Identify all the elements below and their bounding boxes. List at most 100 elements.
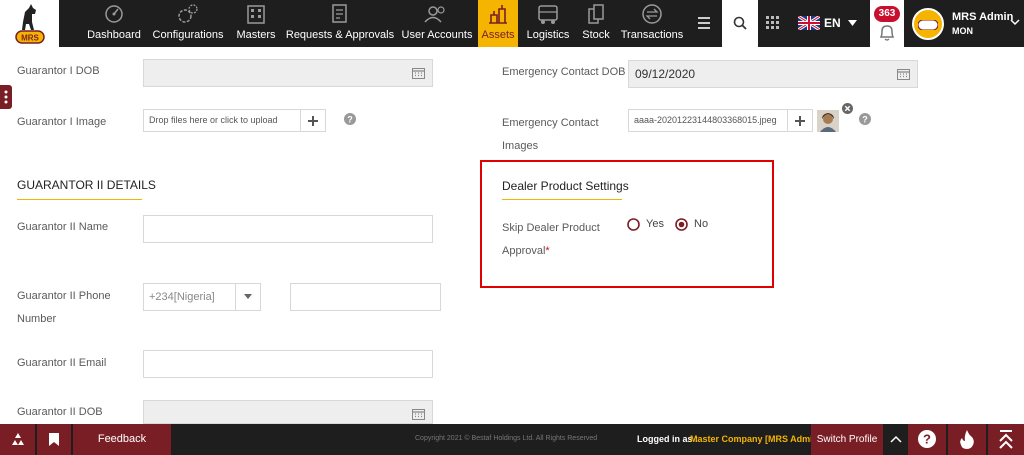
country-code-value: +234[Nigeria] bbox=[149, 291, 215, 303]
nav-masters[interactable]: Masters bbox=[232, 0, 280, 47]
language-label: EN bbox=[824, 16, 841, 30]
side-panel-toggle[interactable] bbox=[0, 85, 12, 109]
guarantor2-phone-label-cont: Number bbox=[17, 313, 57, 325]
svg-text:?: ? bbox=[923, 432, 931, 447]
radio-yes[interactable]: Yes bbox=[627, 217, 667, 233]
emergency-dob-field[interactable]: 09/12/2020 bbox=[628, 60, 918, 88]
user-profile-menu[interactable]: MRS Admin MON bbox=[906, 0, 1024, 47]
nav-stock[interactable]: Stock bbox=[578, 0, 614, 47]
notification-count-badge: 363 bbox=[874, 6, 900, 22]
nav-user-accounts[interactable]: User Accounts bbox=[400, 0, 474, 47]
skip-approval-label: Skip Dealer Product bbox=[502, 222, 600, 234]
guarantor1-image-dropzone[interactable]: Drop files here or click to upload bbox=[143, 109, 301, 132]
feedback-button[interactable]: Feedback bbox=[73, 424, 171, 455]
svg-text:?: ? bbox=[862, 114, 868, 124]
emergency-dob-calendar-button[interactable] bbox=[890, 60, 918, 88]
recycle-button[interactable] bbox=[0, 424, 36, 455]
guarantor2-phone-label: Guarantor II Phone bbox=[17, 290, 111, 302]
guarantor2-dob-field[interactable] bbox=[143, 400, 433, 424]
radio-no-label: No bbox=[694, 218, 709, 230]
emergency-images-label: Emergency Contact bbox=[502, 117, 599, 129]
stock-icon bbox=[588, 4, 604, 24]
chevron-up-icon[interactable] bbox=[890, 435, 902, 443]
person-photo-icon bbox=[817, 110, 839, 132]
caret-down-icon[interactable] bbox=[244, 294, 252, 299]
trending-button[interactable] bbox=[948, 424, 986, 455]
search-icon bbox=[733, 16, 747, 30]
guarantor1-dob-field[interactable] bbox=[143, 59, 433, 87]
recycle-icon bbox=[12, 433, 24, 445]
truck-icon bbox=[538, 5, 558, 24]
document-icon bbox=[332, 4, 347, 23]
guarantor1-image-add-button[interactable] bbox=[300, 109, 326, 132]
skip-approval-label-cont: Approval* bbox=[502, 239, 550, 263]
exchange-icon bbox=[642, 4, 662, 24]
help-icon[interactable]: ? bbox=[859, 113, 871, 125]
switch-profile-button[interactable]: Switch Profile bbox=[811, 424, 883, 455]
dealer-settings-header: Dealer Product Settings bbox=[502, 179, 629, 193]
avatar bbox=[912, 8, 944, 40]
calendar-icon bbox=[897, 69, 910, 80]
guarantor2-email-label: Guarantor II Email bbox=[17, 357, 107, 369]
gears-icon bbox=[178, 4, 198, 23]
language-selector[interactable]: EN bbox=[790, 0, 866, 47]
notification-button[interactable]: 363 bbox=[870, 0, 904, 47]
help-icon[interactable]: ? bbox=[344, 113, 356, 125]
guarantor1-dob-calendar-button[interactable] bbox=[405, 59, 433, 87]
nav-assets[interactable]: Assets bbox=[478, 0, 518, 47]
guarantor2-dob-label: Guarantor II DOB bbox=[17, 406, 103, 418]
bookmark-button[interactable] bbox=[37, 424, 71, 455]
user-role: MON bbox=[952, 26, 973, 36]
fire-icon bbox=[960, 430, 974, 449]
avatar-logo-icon bbox=[918, 20, 938, 30]
assets-icon bbox=[489, 5, 507, 24]
guarantor2-name-input[interactable] bbox=[143, 215, 433, 243]
nav-logistics[interactable]: Logistics bbox=[524, 0, 572, 47]
nav-label: User Accounts bbox=[401, 29, 473, 41]
nav-dashboard[interactable]: Dashboard bbox=[84, 0, 144, 47]
uk-flag-icon bbox=[798, 16, 820, 30]
calendar-icon bbox=[412, 409, 425, 420]
app-grid-icon[interactable] bbox=[766, 16, 780, 30]
nav-configurations[interactable]: Configurations bbox=[150, 0, 226, 47]
nav-label: Assets bbox=[481, 29, 515, 41]
guarantor2-email-input[interactable] bbox=[143, 350, 433, 378]
horse-logo-icon: MRS bbox=[15, 4, 45, 44]
chevron-down-icon bbox=[1010, 19, 1020, 26]
guarantor2-phone-input[interactable] bbox=[290, 283, 441, 311]
emergency-image-add-button[interactable] bbox=[787, 109, 813, 132]
emergency-image-file-field[interactable]: aaaa-20201223144803368015.jpeg bbox=[628, 109, 788, 132]
caret-down-icon bbox=[848, 20, 857, 26]
plus-icon bbox=[308, 116, 318, 126]
logged-in-company: Master Company [MRS Admin] bbox=[690, 434, 822, 444]
emergency-dob-label: Emergency Contact DOB bbox=[502, 66, 626, 78]
logo-text: MRS bbox=[21, 34, 39, 43]
calendar-icon bbox=[412, 68, 425, 79]
guarantor2-section-header: GUARANTOR II DETAILS bbox=[17, 178, 156, 192]
scroll-top-button[interactable] bbox=[988, 424, 1024, 455]
logged-in-label: Logged in as : bbox=[637, 434, 699, 444]
section-underline bbox=[17, 199, 142, 200]
divider bbox=[235, 284, 236, 310]
section-underline bbox=[502, 199, 622, 200]
nav-label: Masters bbox=[236, 29, 276, 41]
radio-no[interactable]: No bbox=[675, 217, 715, 233]
emergency-dob-value: 09/12/2020 bbox=[635, 67, 696, 81]
radio-yes-label: Yes bbox=[646, 218, 664, 230]
nav-requests-approvals[interactable]: Requests & Approvals bbox=[285, 0, 395, 47]
remove-image-icon[interactable] bbox=[842, 103, 853, 114]
top-navigation-bar: MRS Dashboard Configurations Masters Req… bbox=[0, 0, 1024, 47]
emergency-image-thumbnail[interactable] bbox=[817, 110, 839, 132]
guarantor2-dob-calendar-button[interactable] bbox=[405, 400, 433, 424]
nav-label: Logistics bbox=[526, 29, 570, 41]
skip-approval-label-text: Approval bbox=[502, 245, 546, 257]
hamburger-menu-icon[interactable] bbox=[696, 15, 712, 31]
guarantor2-name-label: Guarantor II Name bbox=[17, 221, 109, 233]
search-button[interactable] bbox=[722, 0, 758, 47]
nav-transactions[interactable]: Transactions bbox=[620, 0, 684, 47]
company-logo[interactable]: MRS bbox=[0, 0, 59, 47]
guarantor1-image-label: Guarantor I Image bbox=[17, 116, 107, 128]
help-button[interactable]: ? bbox=[908, 424, 946, 455]
footer-bar: Feedback Copyright 2021 © Bestaf Holding… bbox=[0, 424, 1024, 455]
nav-label: Dashboard bbox=[87, 29, 141, 41]
